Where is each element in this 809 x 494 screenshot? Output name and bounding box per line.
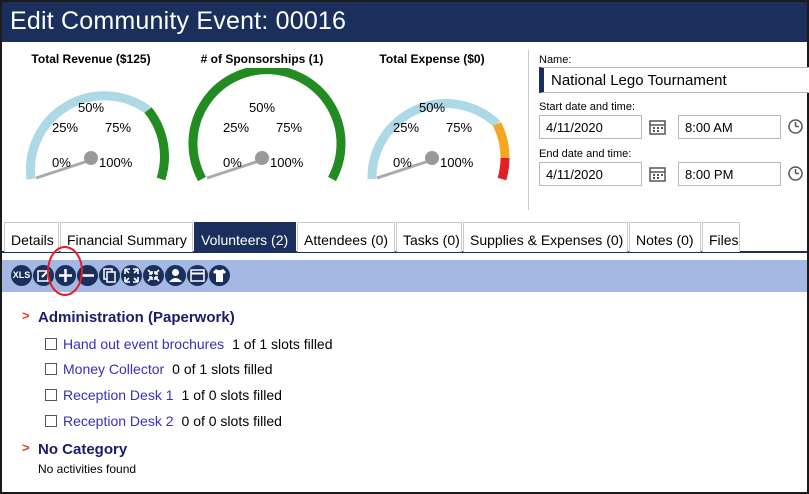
name-label: Name: [539,54,572,66]
start-date-field[interactable]: 4/11/2020 [539,115,642,139]
collapse-icon[interactable] [143,265,164,286]
gauge-sponsorships: # of Sponsorships (1) 50% 25% 75% 0% 100… [177,50,347,190]
gauge-revenue-dial [25,91,169,181]
gauge-label-50: 50% [249,100,276,115]
tab-financial-summary[interactable]: Financial Summary [60,222,193,252]
gauge-label-25: 25% [393,120,420,135]
item-link[interactable]: Money Collector [63,361,164,377]
list-item: Hand out event brochures 1 of 1 slots fil… [45,336,333,352]
xls-icon[interactable]: XLS [11,265,32,286]
gauge-label-0: 0% [223,155,242,170]
list-item: Reception Desk 2 0 of 0 slots filled [45,413,282,429]
gauge-label-100: 100% [270,155,304,170]
item-checkbox[interactable] [45,389,57,401]
gauge-label-75: 75% [276,120,303,135]
gauge-label-75: 75% [446,120,473,135]
expand-icon[interactable] [121,265,142,286]
clock-icon[interactable] [787,118,804,135]
tab-files[interactable]: Files [702,222,740,252]
item-status: 1 of 1 slots filled [232,336,333,352]
gauge-label-50: 50% [419,100,446,115]
person-icon[interactable] [165,265,186,286]
tab-bar: Details Financial Summary Volunteers (2)… [2,222,807,253]
end-date-field[interactable]: 4/11/2020 [539,162,642,186]
tab-supplies-expenses[interactable]: Supplies & Expenses (0) [463,222,628,252]
item-status: 0 of 0 slots filled [181,413,282,429]
gauge-total-expense: Total Expense ($0) 50% 25% 75% 0% 100% [347,50,517,190]
event-name-field[interactable]: National Lego Tournament [539,67,809,93]
gauge-label-50: 50% [78,100,105,115]
end-label: End date and time: [539,148,632,160]
gauge-label-25: 25% [52,120,79,135]
copy-icon[interactable] [99,265,120,286]
tab-notes[interactable]: Notes (0) [629,222,701,252]
item-checkbox[interactable] [45,363,57,375]
tab-attendees[interactable]: Attendees (0) [297,222,395,252]
end-time-field[interactable]: 8:00 PM [678,162,781,186]
list-item: Reception Desk 1 1 of 0 slots filled [45,387,282,403]
gauge-label-0: 0% [393,155,412,170]
event-form: Name: National Lego Tournament Start dat… [528,50,809,210]
gauge-label-100: 100% [99,155,133,170]
gauge-expense-dial [367,99,510,181]
title-bar: Edit Community Event: 00016 [2,2,807,42]
section-title[interactable]: No Category [38,441,127,458]
gauge-sponsorships-dial [188,68,346,182]
start-time-field[interactable]: 8:00 AM [678,115,781,139]
calendar-icon[interactable] [649,165,666,182]
gauge-label-25: 25% [223,120,250,135]
expand-arrow-icon[interactable]: > [22,308,30,323]
tab-tasks[interactable]: Tasks (0) [396,222,462,252]
gauge-label-0: 0% [52,155,71,170]
section-title[interactable]: Administration (Paperwork) [38,309,235,326]
start-label: Start date and time: [539,101,635,113]
tab-volunteers[interactable]: Volunteers (2) [194,222,296,252]
calendar-icon[interactable] [649,118,666,135]
gauge-label-75: 75% [105,120,132,135]
item-link[interactable]: Reception Desk 2 [63,413,174,429]
expand-arrow-icon[interactable]: > [22,440,30,455]
gauge-total-revenue: Total Revenue ($125) 50% 25% 75% 0% 100% [6,50,176,190]
xls-label: XLS [12,270,31,280]
empty-message: No activities found [38,462,137,476]
item-status: 0 of 1 slots filled [172,361,273,377]
gauge-title: Total Revenue ($125) [31,52,151,66]
gauge-title: Total Expense ($0) [379,52,485,66]
calendar-icon[interactable] [187,265,208,286]
list-item: Money Collector 0 of 1 slots filled [45,361,273,377]
tab-details[interactable]: Details [4,222,59,252]
gauge-title: # of Sponsorships (1) [200,52,324,66]
item-checkbox[interactable] [45,415,57,427]
item-link[interactable]: Reception Desk 1 [63,387,174,403]
highlight-circle [47,246,83,296]
item-status: 1 of 0 slots filled [181,387,282,403]
shirt-icon[interactable] [209,265,230,286]
clock-icon[interactable] [787,165,804,182]
toolbar: XLS [2,260,807,292]
gauge-label-100: 100% [440,155,474,170]
page-title: Edit Community Event: 00016 [10,7,347,35]
item-checkbox[interactable] [45,338,57,350]
item-link[interactable]: Hand out event brochures [63,336,224,352]
